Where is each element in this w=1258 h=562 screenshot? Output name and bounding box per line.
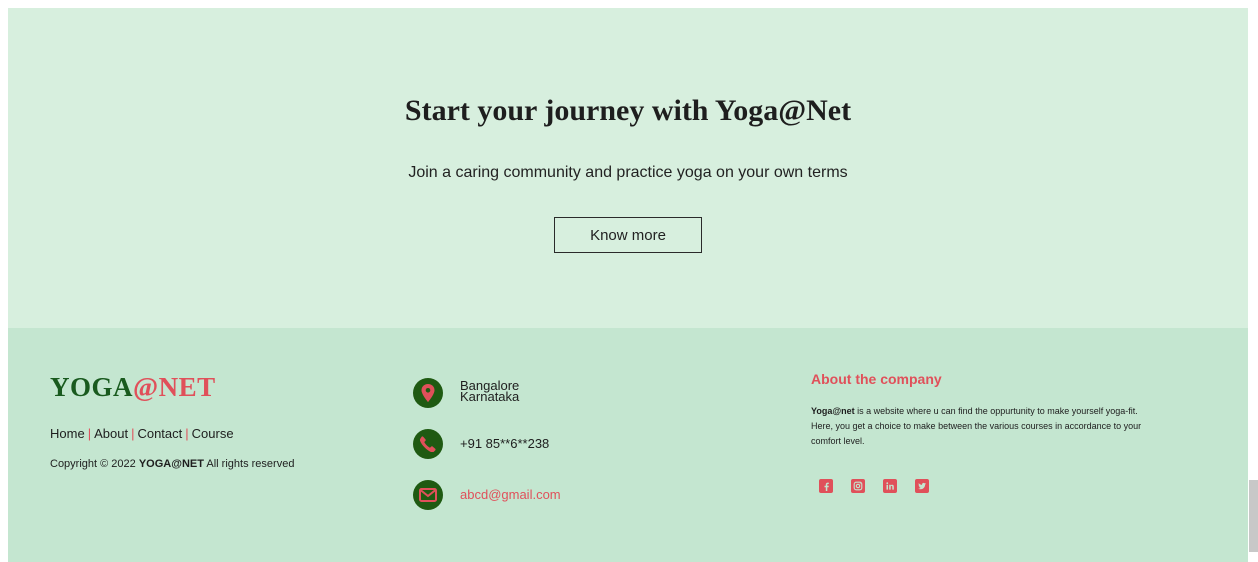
scrollbar-thumb[interactable]: [1249, 480, 1258, 552]
phone-number[interactable]: +91 85**6**238: [460, 437, 549, 450]
address-state: Karnataka: [460, 389, 520, 404]
copyright-prefix: Copyright © 2022: [50, 458, 139, 470]
linkedin-icon[interactable]: [883, 479, 897, 493]
about-text: is a website where u can find the oppurt…: [811, 406, 1142, 446]
logo-text-green: YOGA: [50, 372, 133, 402]
hero-section: Start your journey with Yoga@Net Join a …: [8, 8, 1248, 328]
about-brand: Yoga@net: [811, 406, 855, 416]
logo-text-red: @NET: [133, 372, 216, 402]
page-frame: Start your journey with Yoga@Net Join a …: [8, 8, 1248, 562]
nav-separator: |: [185, 426, 189, 441]
nav-home[interactable]: Home: [50, 426, 85, 441]
twitter-icon[interactable]: [915, 479, 929, 493]
copyright-brand: YOGA@NET: [138, 458, 204, 470]
copyright: Copyright © 2022 YOGA@NET All rights res…: [50, 458, 294, 470]
social-links: [819, 479, 929, 493]
about-description: Yoga@net is a website where u can find t…: [811, 404, 1161, 449]
address-text: Bangalore Karnataka: [460, 379, 520, 404]
nav-separator: |: [87, 426, 92, 441]
nav-course[interactable]: Course: [192, 426, 234, 441]
nav-about[interactable]: About: [94, 426, 128, 441]
about-title: About the company: [811, 371, 942, 387]
copyright-suffix: All rights reserved: [203, 458, 295, 470]
instagram-icon[interactable]: [851, 479, 865, 493]
facebook-icon[interactable]: [819, 479, 833, 493]
hero-title: Start your journey with Yoga@Net: [404, 94, 852, 127]
know-more-button[interactable]: Know more: [554, 217, 702, 253]
hero-subtitle: Join a caring community and practice yog…: [408, 164, 848, 181]
footer-nav: Home | About | Contact | Course: [50, 426, 234, 441]
email-link[interactable]: abcd@gmail.com: [460, 488, 561, 501]
location-pin-icon: [413, 378, 443, 408]
envelope-icon: [413, 480, 443, 510]
footer: YOGA@NET Home | About | Contact | Course Copyr…: [8, 328, 1248, 562]
nav-contact[interactable]: Contact: [137, 426, 182, 441]
phone-icon: [413, 429, 443, 459]
nav-separator: |: [131, 426, 135, 441]
footer-logo[interactable]: YOGA@NET: [50, 372, 216, 403]
